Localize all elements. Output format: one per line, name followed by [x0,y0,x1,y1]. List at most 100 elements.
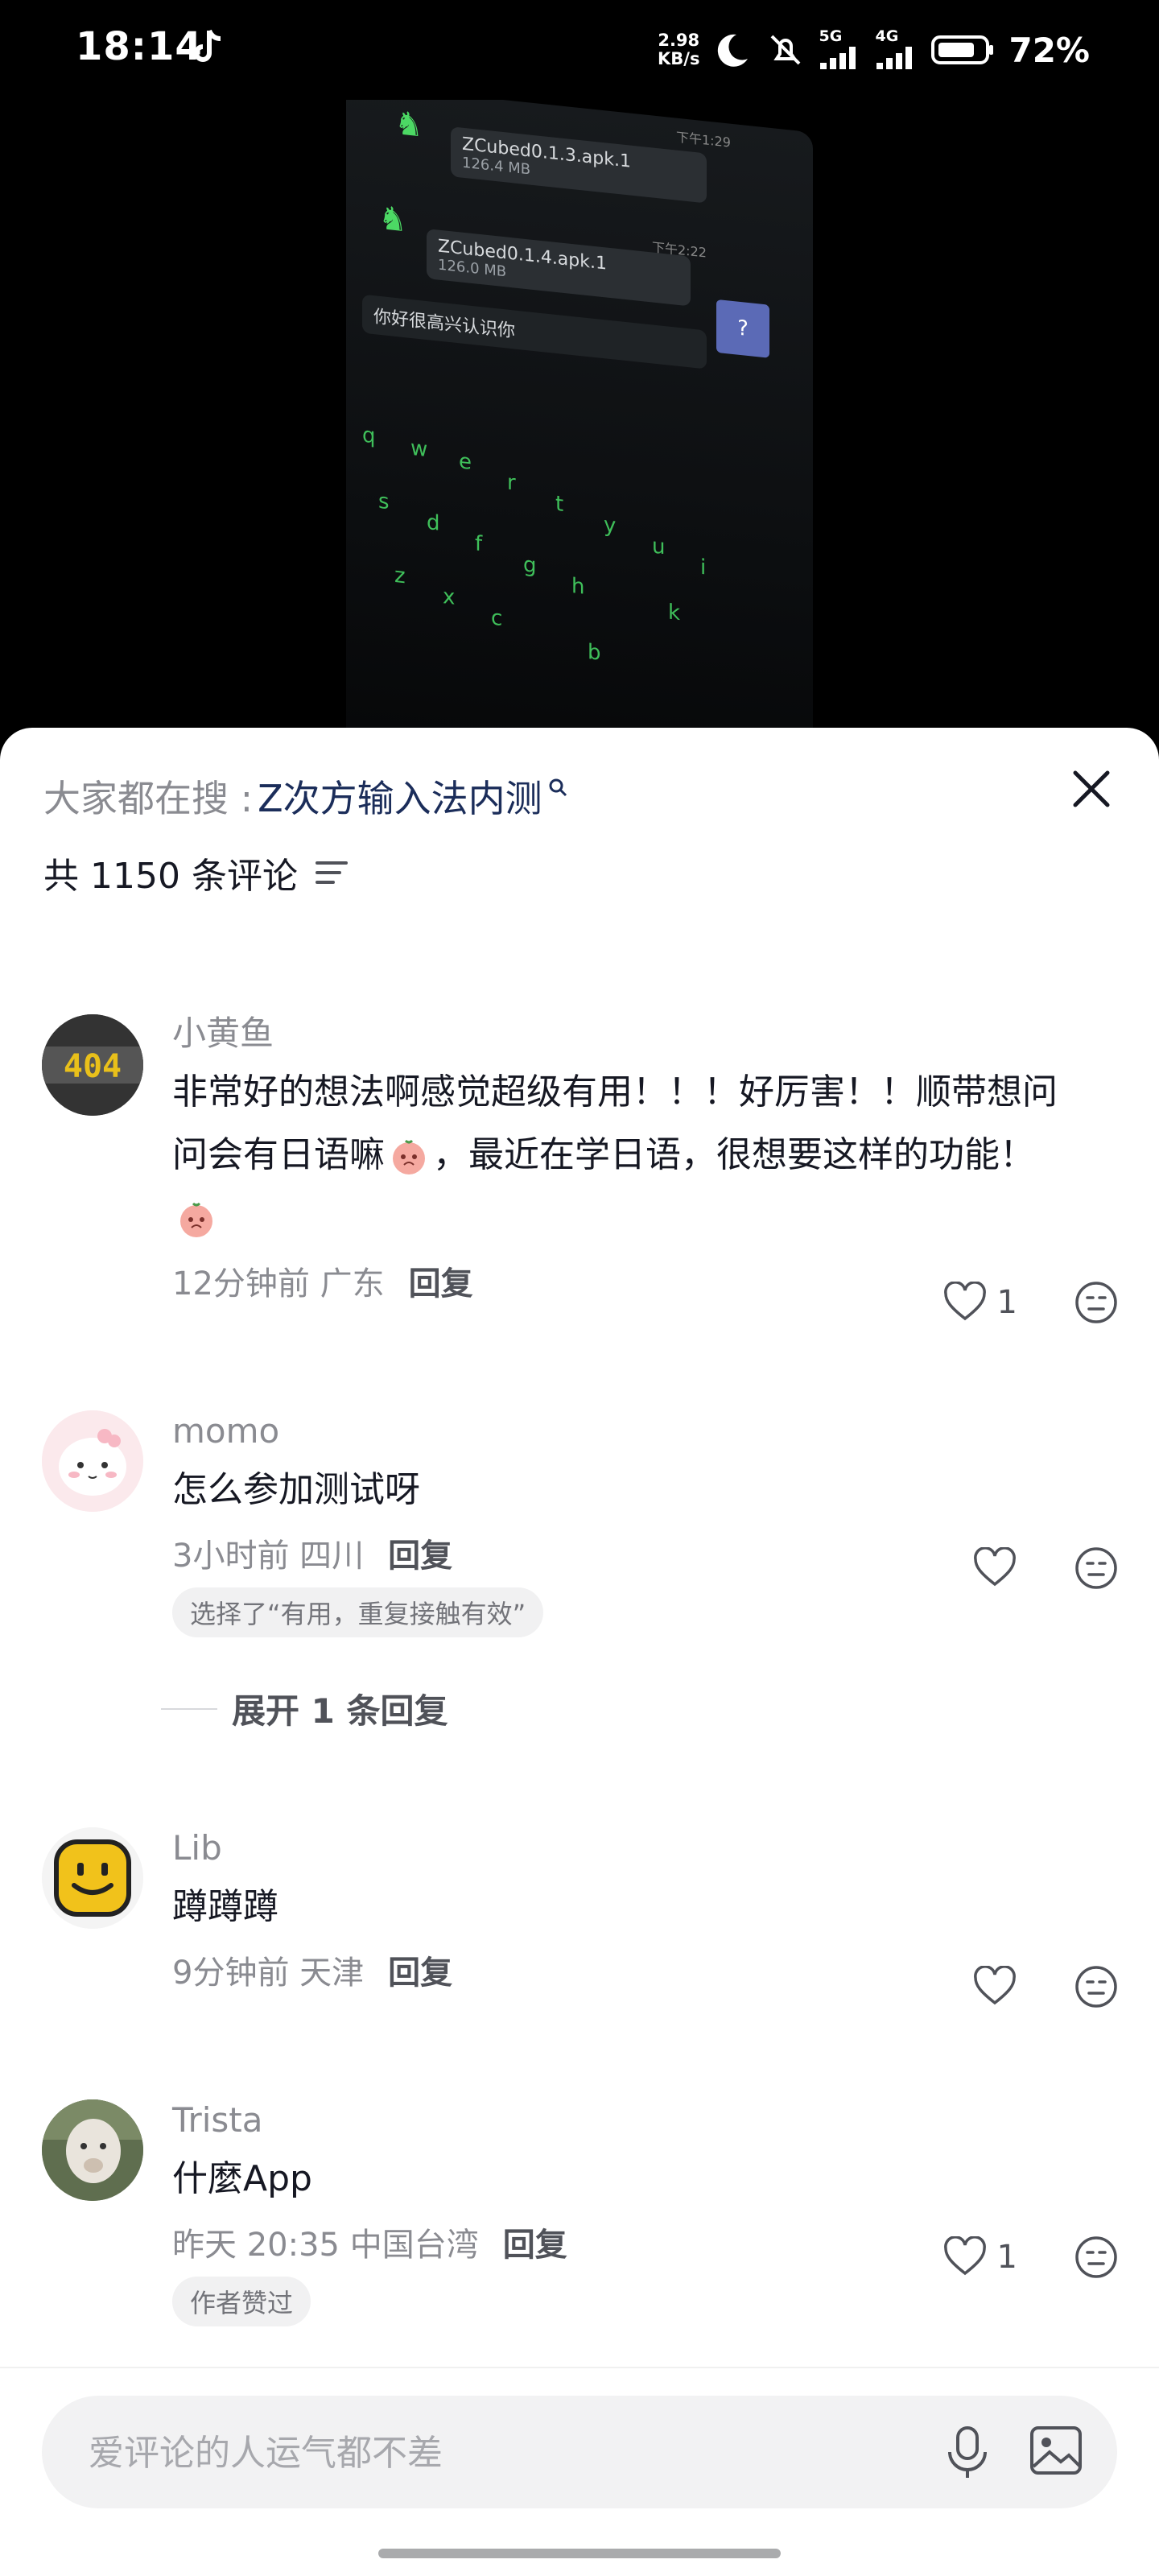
avatar[interactable] [42,1827,143,1929]
comment-count: 共 1150 条评论 [43,856,298,897]
comment-author[interactable]: 小黄鱼 [172,1013,1062,1055]
comment-time-location: 9分钟前 天津 [172,1955,365,1992]
file-card: ZCubed0.1.3.apk.1 126.4 MB [451,126,707,204]
heart-icon [943,1282,986,1321]
hot-search-bar[interactable]: 大家都在搜 : Z次方输入法内测 [43,770,568,823]
keyboard-key: f [475,531,483,557]
avatar[interactable] [42,2099,143,2201]
battery-icon [931,35,994,64]
like-count: 1 [996,2239,1017,2276]
signal-4g: 4G [875,27,918,73]
comment-time-location: 12分钟前 广东 [172,1265,385,1302]
filter-icon[interactable] [314,857,349,889]
mic-icon[interactable] [940,2423,995,2481]
dislike-face-icon[interactable] [1074,2235,1119,2280]
comment-sheet: 大家都在搜 : Z次方输入法内测 共 1150 条评论 404 小黄鱼 非常好的… [0,728,1159,2576]
image-icon[interactable] [1027,2421,1085,2479]
keyboard-key: e [459,449,472,475]
status-bar: 18:14 2.98 KB/s 5G 4G 72% [0,0,1159,100]
hot-search-term[interactable]: Z次方输入法内测 [258,770,542,823]
comment-time-location: 昨天 20:35 中国台湾 [172,2227,479,2264]
search-icon [549,778,567,797]
like-count: 1 [996,1284,1017,1321]
video-player[interactable]: ♞ ZCubed0.1.3.apk.1 126.4 MB 下午1:29 ♞ 下午… [0,100,1159,728]
avatar[interactable] [42,1410,143,1512]
emoji-icon [393,1139,425,1174]
signal-5g: 5G [819,27,862,73]
signal-bars-icon [876,46,913,69]
reply-button[interactable]: 回复 [388,1530,452,1576]
like-button[interactable] [972,1547,1017,1589]
comment-author[interactable]: Lib [172,1827,1062,1869]
comment-input-bar [0,2367,1159,2529]
expand-replies-button[interactable]: 展开 1 条回复 [161,1684,448,1733]
emoji-icon [180,1202,212,1237]
like-button[interactable] [972,1966,1017,2008]
comment-meta: 9分钟前 天津 回复 [172,1946,1062,1993]
file-card: ZCubed0.1.4.apk.1 126.0 MB [427,229,691,307]
ime-input-preview: 你好很高兴认识你 [362,294,707,369]
moon-icon [718,34,749,67]
comment-count-row: 共 1150 条评论 [43,847,349,898]
keyboard-key: s [378,489,390,515]
comment-text: 什麼App [172,2158,312,2199]
signal-bars-icon [820,46,856,69]
heart-icon [974,1547,1016,1587]
keyboard-key: i [700,555,707,580]
video-frame: ♞ ZCubed0.1.3.apk.1 126.4 MB 下午1:29 ♞ 下午… [346,100,813,728]
status-time: 18:14 [76,24,203,69]
avatar-smiley-icon [42,1827,143,1929]
system-nav-bar [0,2528,1159,2576]
like-button[interactable]: 1 [942,2236,1017,2278]
tiktok-icon [194,29,221,62]
app-logo-icon: ♞ [394,104,423,145]
network-speed: 2.98 KB/s [658,31,700,68]
svg-text:404: 404 [64,1048,122,1085]
keyboard-key: g [523,552,537,579]
keyboard-key: t [555,491,564,517]
comment-input-container[interactable] [42,2396,1117,2510]
keyboard-key: h [571,573,585,600]
keyboard-key: b [588,640,601,666]
comment-input[interactable] [87,2396,895,2510]
dislike-face-icon[interactable] [1074,1546,1119,1591]
keyboard-key: u [652,534,666,560]
reply-button[interactable]: 回复 [503,2219,567,2265]
keyboard-key: x [443,584,456,610]
comment-meta: 昨天 20:35 中国台湾 回复 [172,2219,1062,2265]
comment-meta: 3小时前 四川 回复 [172,1530,1062,1576]
keyboard-key: y [604,513,617,539]
comment-text: 非常好的想法啊感觉超级有用！！！好厉害！！顺带想问问会有日语嘛 ，最近在学日语，很… [172,1061,1062,1249]
reply-button[interactable]: 回复 [388,1946,452,1993]
close-icon[interactable] [1066,763,1117,815]
keyboard-key: z [394,563,406,589]
reply-button[interactable]: 回复 [409,1257,473,1304]
comment-text: 怎么参加测试呀 [172,1469,420,1510]
dislike-face-icon[interactable] [1074,1964,1119,2009]
keyboard-key: w [410,436,428,463]
keyboard-key: q [362,423,376,449]
like-button[interactable]: 1 [942,1282,1017,1323]
comment-tag: 选择了“有用，重复接触有效” [172,1587,544,1637]
hot-search-prefix: 大家都在搜 : [43,777,254,820]
avatar-cute-icon [42,1410,143,1512]
avatar[interactable]: 404 [42,1014,143,1116]
comment-author[interactable]: momo [172,1410,1062,1452]
dislike-face-icon[interactable] [1074,1280,1119,1325]
heart-icon [974,1966,1016,2005]
keyboard-key: k [668,600,681,626]
home-indicator[interactable] [378,2549,781,2558]
keyboard-key: d [427,510,440,536]
file-icon: ? [716,299,769,358]
comment-author[interactable]: Trista [172,2099,1062,2141]
keyboard-key: r [507,470,516,496]
battery-percent: 72% [1008,30,1090,70]
avatar-alpaca-icon [42,2099,143,2201]
heart-icon [943,2236,986,2276]
divider [161,1707,217,1710]
file-time: 下午1:29 [676,129,731,151]
avatar-404-icon: 404 [42,1014,143,1116]
comment-time-location: 3小时前 四川 [172,1538,365,1575]
comment-meta: 12分钟前 广东 回复 [172,1257,1062,1304]
app-logo-icon: ♞ [378,199,407,240]
